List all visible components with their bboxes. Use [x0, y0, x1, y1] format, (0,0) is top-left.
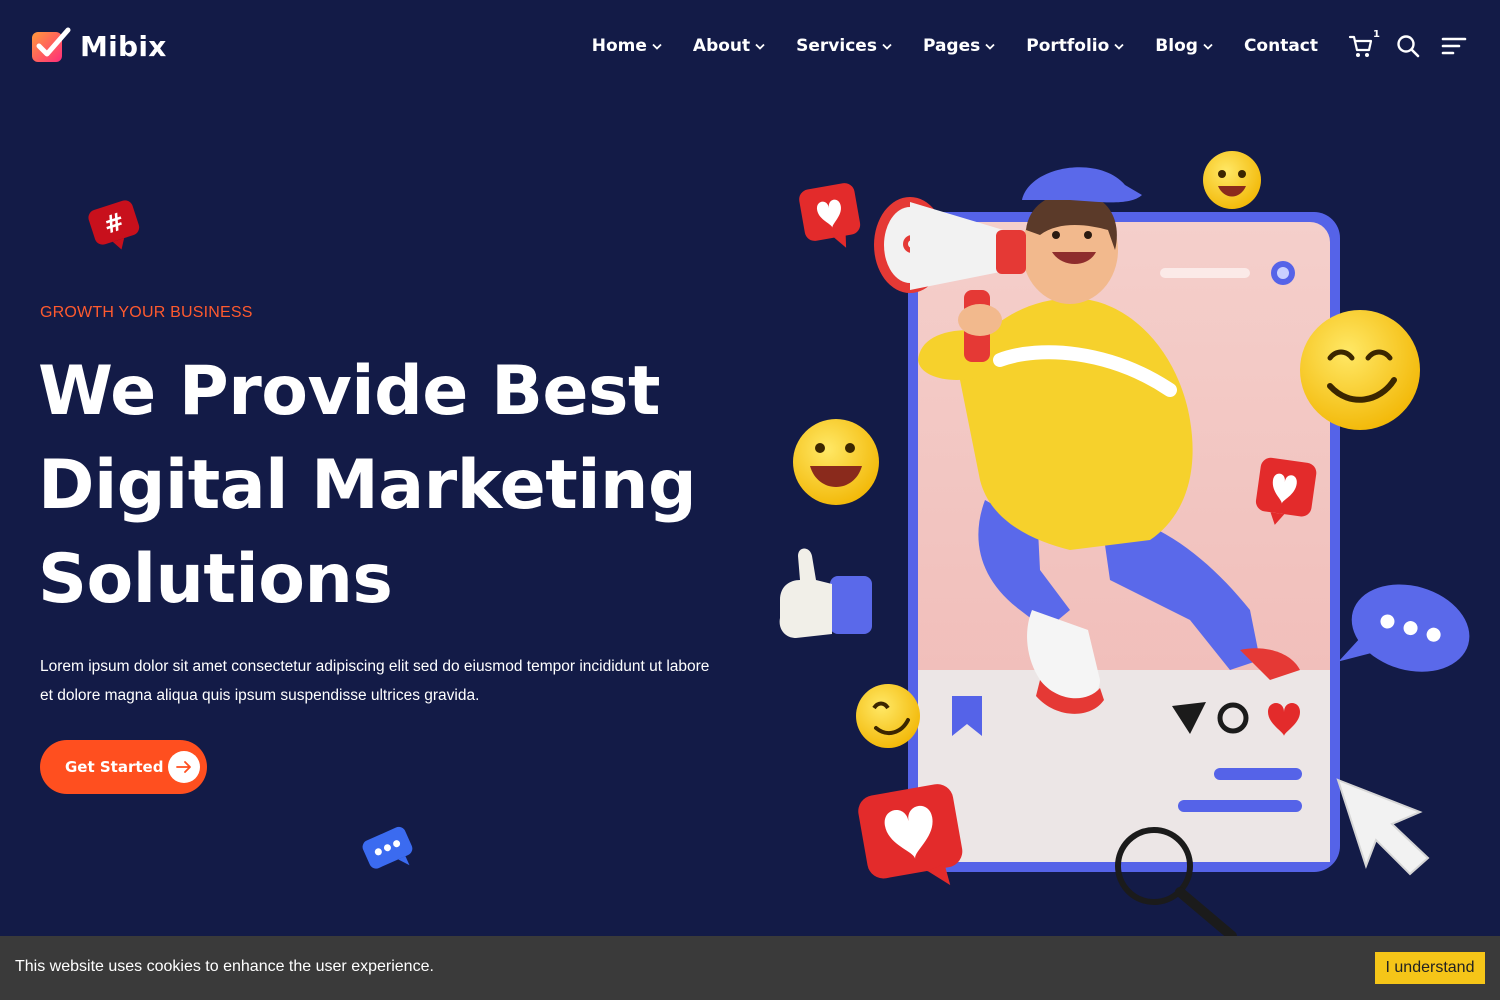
nav-item-home[interactable]: Home	[592, 36, 662, 56]
headline-line-2: Digital Marketing	[38, 446, 697, 525]
brand-name: Mibix	[80, 29, 167, 63]
chevron-down-icon	[1203, 43, 1213, 50]
nav-item-contact[interactable]: Contact	[1244, 36, 1318, 56]
get-started-button[interactable]: Get Started	[40, 740, 207, 794]
heart-bubble-top-left	[799, 183, 861, 248]
cart-icon	[1348, 35, 1373, 57]
hero-illustration	[779, 151, 1470, 936]
header-actions: 1	[1346, 29, 1468, 62]
arrow-right-icon	[168, 751, 200, 783]
headline-line-3: Solutions	[38, 540, 393, 619]
nav-item-blog[interactable]: Blog	[1155, 36, 1213, 56]
main-nav: Home About Services Pages Portfolio Blog…	[592, 32, 1318, 60]
chevron-down-icon	[1114, 43, 1124, 50]
cursor-arrow	[1336, 778, 1430, 876]
nav-label: Portfolio	[1026, 36, 1110, 56]
thumbs-up	[779, 548, 872, 638]
menu-button[interactable]	[1440, 32, 1468, 60]
nav-label: Home	[591, 36, 647, 56]
chat-bubble-icon	[362, 826, 413, 869]
nav-label: Blog	[1155, 36, 1198, 56]
search-button[interactable]	[1394, 32, 1422, 60]
nav-item-services[interactable]: Services	[796, 36, 892, 56]
emoji-smile-large	[1300, 310, 1420, 430]
nav-label: Services	[796, 36, 877, 56]
hero-tagline: GROWTH YOUR BUSINESS	[40, 304, 253, 321]
heart-bubble-bottom	[858, 784, 963, 886]
nav-label: About	[692, 36, 751, 56]
hero-headline: We Provide Best Digital Marketing Soluti…	[38, 345, 758, 627]
cookie-message: This website uses cookies to enhance the…	[15, 958, 434, 975]
cta-label: Get Started	[65, 758, 164, 776]
site-header: Mibix Home About Services Pages Portfoli…	[0, 0, 1500, 92]
emoji-wink-bottom	[856, 684, 920, 748]
cart-count-badge: 1	[1373, 29, 1380, 40]
emoji-laugh-left	[793, 419, 879, 505]
hero-description: Lorem ipsum dolor sit amet consectetur a…	[40, 658, 710, 704]
chevron-down-icon	[652, 43, 662, 50]
menu-icon	[1441, 37, 1467, 55]
nav-item-pages[interactable]: Pages	[923, 36, 995, 56]
chevron-down-icon	[755, 43, 765, 50]
chevron-down-icon	[985, 43, 995, 50]
hashtag-bubble-icon: #	[88, 200, 140, 250]
brand-logo[interactable]: Mibix	[30, 26, 167, 66]
logo-check-icon	[32, 27, 71, 62]
emoji-top-right	[1203, 151, 1261, 209]
search-icon	[1397, 35, 1420, 58]
chat-bubble-right	[1338, 584, 1470, 672]
nav-item-portfolio[interactable]: Portfolio	[1026, 36, 1124, 56]
nav-item-about[interactable]: About	[693, 36, 765, 56]
cookie-consent-bar: This website uses cookies to enhance the…	[0, 936, 1500, 1000]
nav-label: Contact	[1243, 36, 1318, 56]
nav-label: Pages	[922, 36, 981, 56]
cookie-accept-button[interactable]: I understand	[1375, 952, 1485, 984]
headline-line-1: We Provide Best	[38, 352, 661, 431]
chevron-down-icon	[882, 43, 892, 50]
cart-button[interactable]: 1	[1346, 29, 1380, 61]
